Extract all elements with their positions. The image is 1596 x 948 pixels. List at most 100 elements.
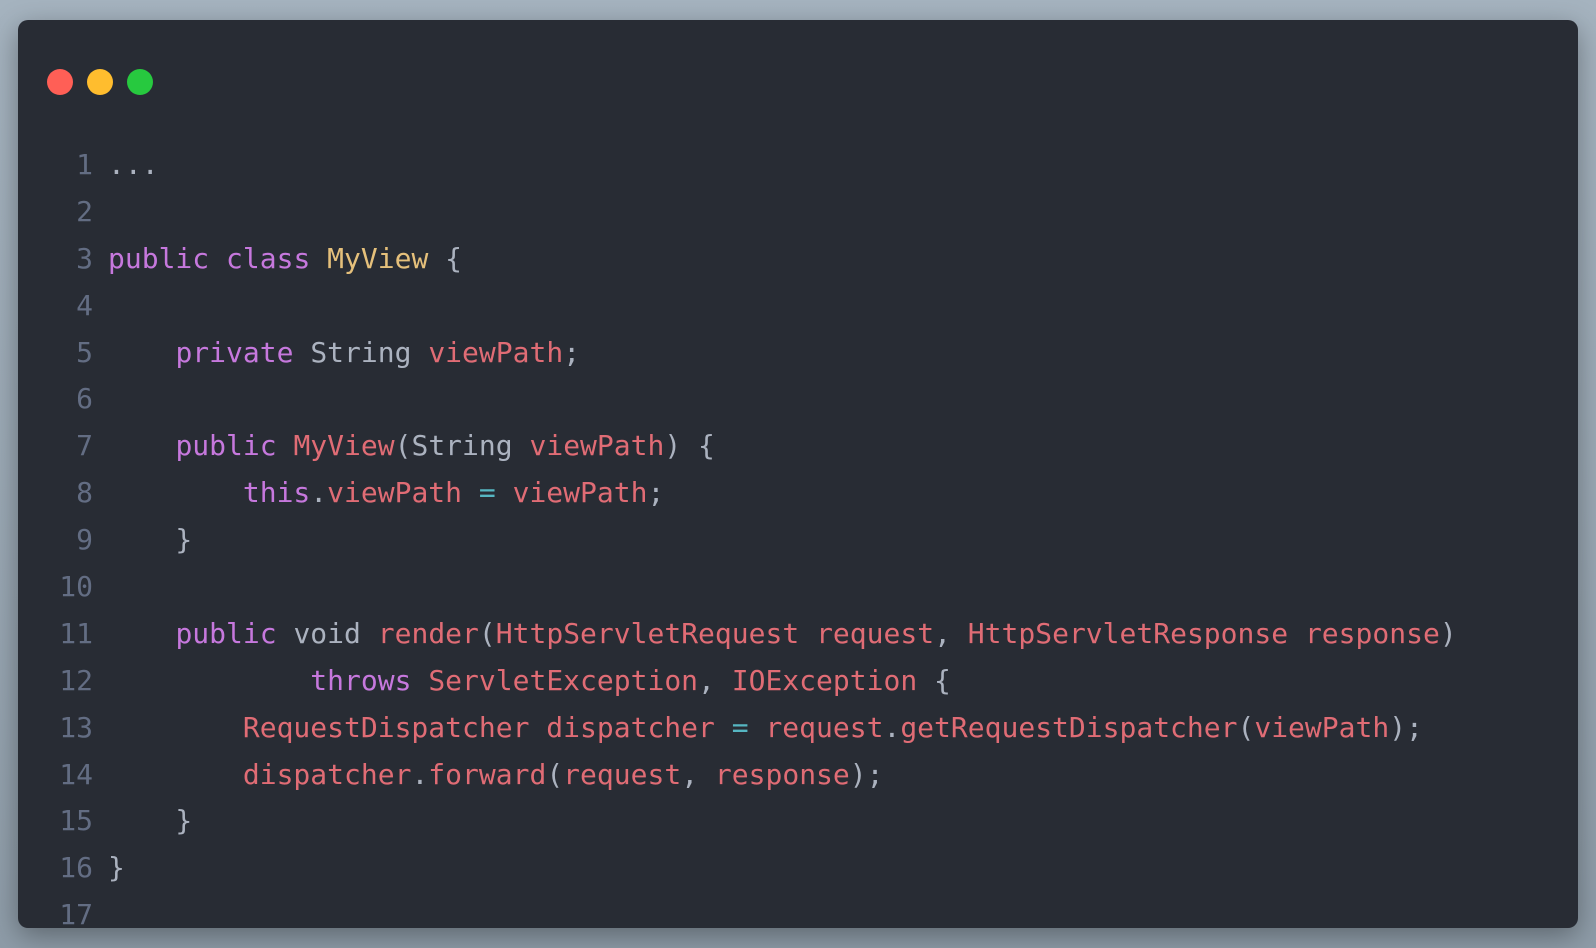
line-number: 13 <box>59 710 93 744</box>
code-token: viewPath <box>428 335 564 369</box>
code-line: 7 public MyView(String viewPath) { <box>18 423 1578 470</box>
code-token: } <box>108 851 125 885</box>
code-token: . <box>310 476 328 510</box>
code-line: 9 } <box>18 517 1578 564</box>
line-number: 2 <box>76 194 93 228</box>
code-token: this <box>242 476 311 510</box>
line-number: 7 <box>76 429 93 463</box>
code-line: 14 dispatcher.forward(request, response)… <box>18 752 1578 799</box>
window-titlebar <box>18 20 1578 100</box>
code-token: forward <box>428 757 547 791</box>
close-dot-icon[interactable] <box>47 69 73 95</box>
line-number: 1 <box>76 148 93 181</box>
code-token: RequestDispatcher <box>242 710 530 744</box>
line-number: 10 <box>59 570 93 604</box>
code-line: 11 public void render(HttpServletRequest… <box>18 611 1578 658</box>
code-token: = <box>731 710 749 744</box>
code-line: 6 <box>18 376 1578 423</box>
code-window: 1... 2 3 public class MyView { 4 5 private St… <box>18 20 1578 928</box>
code-token: private <box>175 335 294 369</box>
line-number: 16 <box>59 851 93 885</box>
code-token: . <box>883 710 901 744</box>
code-token: ) { <box>664 429 715 463</box>
code-line: 10 <box>18 564 1578 611</box>
code-token: String <box>411 429 513 463</box>
code-token: throws <box>310 663 412 697</box>
code-line: 15 } <box>18 798 1578 845</box>
code-line: 2 <box>18 189 1578 236</box>
code-line: 17 <box>18 892 1578 928</box>
maximize-dot-icon[interactable] <box>127 69 153 95</box>
line-number: 5 <box>76 335 93 369</box>
line-source: public class MyView { <box>108 236 462 283</box>
line-source: dispatcher.forward(request, response); <box>108 752 884 799</box>
code-token: HttpServletRequest <box>495 616 800 650</box>
code-token: public <box>175 429 277 463</box>
line-source: } <box>108 845 125 892</box>
code-token: ) <box>1439 616 1457 650</box>
line-number: 17 <box>59 898 93 928</box>
line-number: 14 <box>59 757 93 791</box>
code-token: viewPath <box>1254 710 1390 744</box>
code-token: response <box>1304 616 1440 650</box>
code-token: , <box>681 757 715 791</box>
code-token: ( <box>546 757 564 791</box>
code-token: request <box>563 757 682 791</box>
line-source: public MyView(String viewPath) { <box>108 423 715 470</box>
line-number: 8 <box>76 476 93 510</box>
code-editor: 1... 2 3 public class MyView { 4 5 private St… <box>18 142 1578 928</box>
line-number: 11 <box>59 616 93 650</box>
line-source: RequestDispatcher dispatcher = request.g… <box>108 705 1423 752</box>
code-token: HttpServletResponse <box>967 616 1289 650</box>
code-token: ( <box>1237 710 1255 744</box>
code-line: 16} <box>18 845 1578 892</box>
line-source: } <box>108 798 192 845</box>
code-token: void <box>293 616 361 650</box>
code-token: viewPath <box>327 476 463 510</box>
line-source: throws ServletException, IOException { <box>108 658 951 705</box>
code-token: ; <box>647 476 665 510</box>
minimize-dot-icon[interactable] <box>87 69 113 95</box>
line-source: this.viewPath = viewPath; <box>108 470 664 517</box>
line-source: } <box>108 517 192 564</box>
code-token: ); <box>1389 710 1423 744</box>
code-token: dispatcher <box>242 757 412 791</box>
code-token: viewPath <box>512 476 648 510</box>
code-token: String <box>310 335 412 369</box>
line-number: 4 <box>76 288 93 322</box>
code-token: ); <box>849 757 884 791</box>
code-token: ... <box>108 148 159 181</box>
code-line: 12 throws ServletException, IOException … <box>18 658 1578 705</box>
code-token: , <box>934 616 968 650</box>
line-source: private String viewPath; <box>108 330 580 377</box>
code-token: request <box>765 710 884 744</box>
code-token: ServletException <box>428 663 699 697</box>
code-line: 13 RequestDispatcher dispatcher = reques… <box>18 705 1578 752</box>
code-token: { <box>428 241 463 275</box>
line-number: 6 <box>76 382 93 416</box>
line-source: public void render(HttpServletRequest re… <box>108 611 1457 658</box>
code-line: 8 this.viewPath = viewPath; <box>18 470 1578 517</box>
line-number: 12 <box>59 663 93 697</box>
code-token: request <box>816 616 935 650</box>
line-number: 3 <box>76 241 93 275</box>
code-token: class <box>226 241 311 275</box>
code-line: 1... <box>18 142 1578 189</box>
